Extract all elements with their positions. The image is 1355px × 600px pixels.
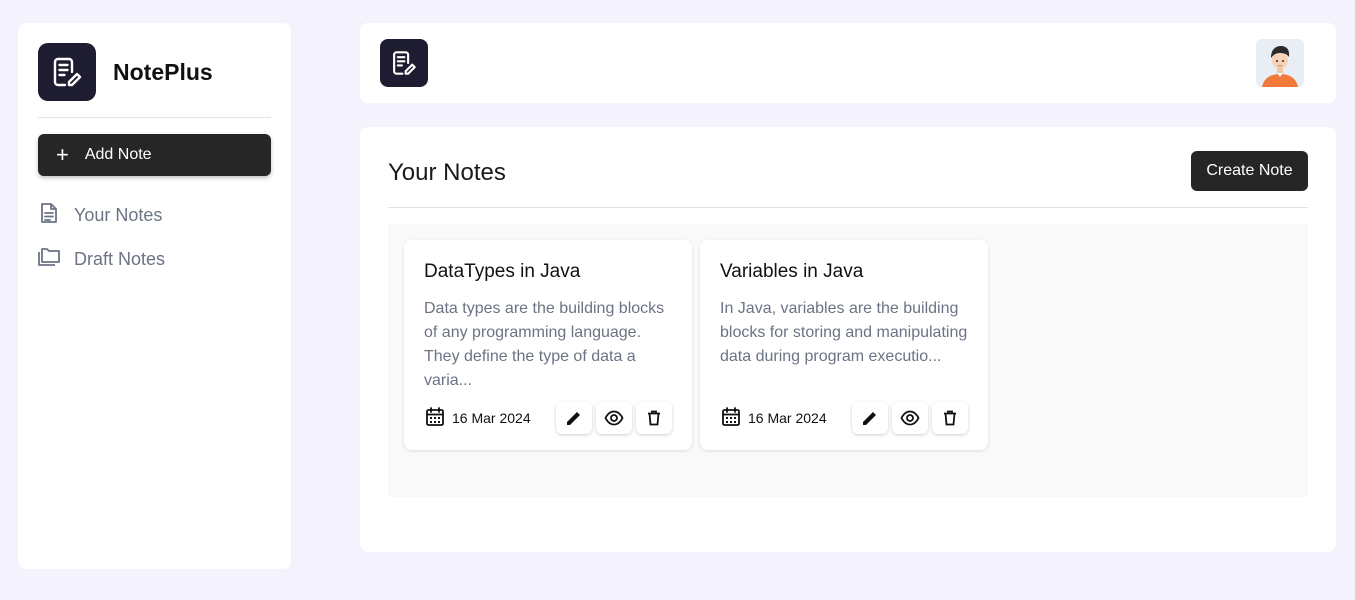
pencil-icon bbox=[863, 412, 876, 425]
note-title: Variables in Java bbox=[720, 261, 864, 282]
note-footer: 16 Mar 2024 bbox=[720, 402, 968, 434]
note-date-text: 16 Mar 2024 bbox=[452, 410, 531, 426]
brand: NotePlus bbox=[38, 43, 271, 101]
edit-button[interactable] bbox=[852, 402, 888, 434]
add-note-button[interactable]: + Add Note bbox=[38, 134, 271, 176]
top-bar bbox=[360, 23, 1336, 103]
view-button[interactable] bbox=[892, 402, 928, 434]
sidebar-item-draft-notes[interactable]: Draft Notes bbox=[38, 237, 271, 281]
note-title: DataTypes in Java bbox=[424, 261, 581, 282]
view-button[interactable] bbox=[596, 402, 632, 434]
eye-icon bbox=[604, 410, 624, 426]
pencil-icon bbox=[567, 412, 580, 425]
delete-button[interactable] bbox=[636, 402, 672, 434]
folders-icon bbox=[38, 246, 60, 273]
note-date: 16 Mar 2024 bbox=[424, 406, 531, 431]
note-excerpt: Data types are the building blocks of an… bbox=[424, 300, 665, 389]
sidebar-divider bbox=[38, 117, 271, 118]
create-note-button[interactable]: Create Note bbox=[1191, 151, 1308, 191]
note-date-text: 16 Mar 2024 bbox=[748, 410, 827, 426]
calendar-icon bbox=[424, 406, 446, 431]
calendar-icon bbox=[720, 406, 742, 431]
note-actions bbox=[852, 402, 968, 434]
add-note-label: Add Note bbox=[84, 146, 152, 163]
note-excerpt: In Java, variables are the building bloc… bbox=[720, 300, 968, 365]
delete-button[interactable] bbox=[932, 402, 968, 434]
avatar[interactable] bbox=[1256, 39, 1304, 87]
document-icon bbox=[38, 202, 60, 229]
sidebar: NotePlus + Add Note Your Notes Draft Not… bbox=[18, 23, 291, 569]
eye-icon bbox=[900, 410, 920, 426]
trash-icon bbox=[944, 410, 956, 426]
sidebar-item-label: Draft Notes bbox=[74, 248, 166, 269]
header-divider bbox=[388, 207, 1308, 208]
page-title: Your Notes bbox=[388, 159, 506, 186]
note-footer: 16 Mar 2024 bbox=[424, 402, 672, 434]
notes-panel: Your Notes Create Note DataTypes in Java… bbox=[360, 127, 1336, 552]
app-logo-icon bbox=[38, 43, 96, 101]
note-card[interactable]: DataTypes in Java Data types are the bui… bbox=[404, 240, 692, 450]
app-name: NotePlus bbox=[113, 58, 213, 85]
trash-icon bbox=[648, 410, 660, 426]
sidebar-item-label: Your Notes bbox=[74, 204, 163, 225]
edit-button[interactable] bbox=[556, 402, 592, 434]
app-logo-icon[interactable] bbox=[380, 39, 428, 87]
note-actions bbox=[556, 402, 672, 434]
plus-icon: + bbox=[56, 142, 69, 167]
sidebar-item-your-notes[interactable]: Your Notes bbox=[38, 193, 271, 237]
note-date: 16 Mar 2024 bbox=[720, 406, 827, 431]
note-card[interactable]: Variables in Java In Java, variables are… bbox=[700, 240, 988, 450]
notes-grid: DataTypes in Java Data types are the bui… bbox=[388, 224, 1308, 497]
